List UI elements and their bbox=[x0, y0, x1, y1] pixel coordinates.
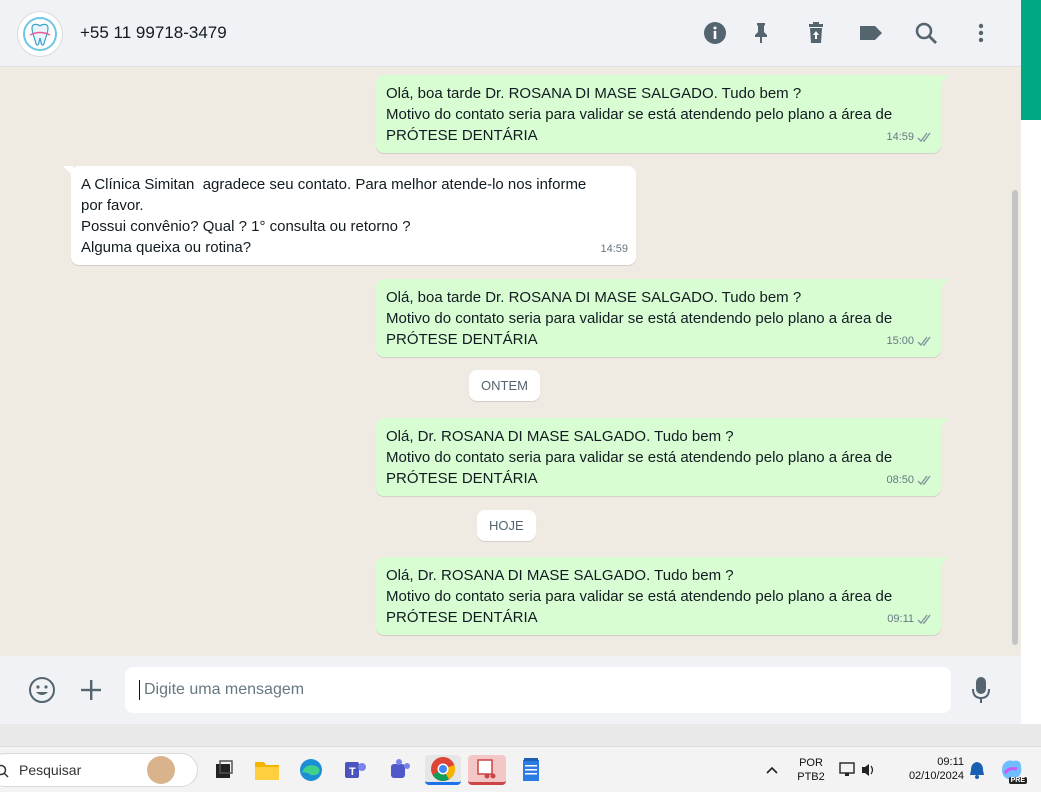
text-caret bbox=[139, 680, 140, 700]
attach-plus-icon[interactable] bbox=[76, 675, 106, 705]
window-edge bbox=[1021, 120, 1041, 724]
message-bubble-outgoing[interactable]: Olá, boa tarde Dr. ROSANA DI MASE SALGAD… bbox=[376, 75, 949, 153]
message-time: 15:00 bbox=[886, 335, 914, 347]
windows-taskbar: Pesquisar T POR PTB2 09:11 02/10/2024 PR… bbox=[0, 746, 1041, 792]
message-time: 14:59 bbox=[886, 131, 914, 143]
contact-avatar[interactable] bbox=[17, 11, 63, 57]
network-volume-icon[interactable] bbox=[836, 755, 880, 785]
double-check-icon bbox=[917, 336, 931, 347]
message-text: Olá, Dr. ROSANA DI MASE SALGADO. Tudo be… bbox=[386, 428, 734, 445]
message-input[interactable]: Digite uma mensagem bbox=[125, 667, 951, 713]
window-accent-strip bbox=[1021, 0, 1041, 120]
input-language-indicator[interactable]: POR PTB2 bbox=[790, 756, 832, 784]
file-explorer-icon[interactable] bbox=[252, 755, 282, 785]
chevron-up-icon[interactable] bbox=[757, 755, 787, 785]
taskbar-search-label: Pesquisar bbox=[19, 762, 82, 778]
message-text: Olá, Dr. ROSANA DI MASE SALGADO. Tudo be… bbox=[386, 567, 734, 584]
contact-name[interactable]: +55 11 99718-3479 bbox=[80, 23, 227, 43]
message-text: Motivo do contato seria para validar se … bbox=[386, 310, 893, 327]
message-time: 14:59 bbox=[600, 243, 628, 255]
system-clock[interactable]: 09:11 02/10/2024 bbox=[892, 755, 964, 783]
message-meta: 14:59 bbox=[886, 127, 933, 148]
message-bubble-outgoing[interactable]: Olá, Dr. ROSANA DI MASE SALGADO. Tudo be… bbox=[376, 557, 949, 635]
language-code: POR bbox=[799, 757, 823, 769]
clock-date: 02/10/2024 bbox=[908, 770, 964, 782]
message-input-placeholder: Digite uma mensagem bbox=[144, 681, 305, 698]
message-time: 08:50 bbox=[886, 474, 914, 486]
message-text: Possui convênio? Qual ? 1° consulta ou r… bbox=[81, 218, 411, 235]
message-text: Alguma queixa ou rotina? bbox=[81, 239, 252, 256]
message-text: Motivo do contato seria para validar se … bbox=[386, 449, 893, 466]
edge-browser-icon[interactable] bbox=[296, 755, 326, 785]
clock-time: 09:11 bbox=[937, 756, 964, 768]
message-meta: 15:00 bbox=[886, 331, 933, 352]
message-text: PRÓTESE DENTÁRIA bbox=[386, 470, 538, 487]
keyboard-layout: PTB2 bbox=[797, 771, 825, 783]
message-bubble-outgoing[interactable]: Olá, Dr. ROSANA DI MASE SALGADO. Tudo be… bbox=[376, 418, 949, 496]
label-icon[interactable] bbox=[856, 18, 886, 48]
date-separator-yesterday: ONTEM bbox=[469, 370, 540, 401]
double-check-icon bbox=[917, 614, 931, 625]
notepad-icon[interactable] bbox=[516, 755, 546, 785]
whatsapp-window: +55 11 99718-3479 Olá, boa tarde Dr. ROS… bbox=[0, 0, 1021, 724]
tooth-logo-icon bbox=[23, 17, 57, 51]
trash-icon[interactable] bbox=[801, 18, 831, 48]
info-icon[interactable] bbox=[700, 18, 730, 48]
message-text: Olá, boa tarde Dr. ROSANA DI MASE SALGAD… bbox=[386, 85, 802, 102]
snipping-tool-icon[interactable] bbox=[468, 755, 506, 785]
message-text: A Clínica Simitan agradece seu contato. … bbox=[81, 176, 587, 193]
date-separator-today: HOJE bbox=[477, 510, 536, 541]
message-text: PRÓTESE DENTÁRIA bbox=[386, 609, 538, 626]
svg-text:T: T bbox=[349, 766, 356, 778]
double-check-icon bbox=[917, 475, 931, 486]
teams-icon[interactable] bbox=[384, 755, 414, 785]
taskbar-search-box[interactable]: Pesquisar bbox=[0, 753, 198, 787]
copilot-preview-badge: PRE bbox=[1008, 777, 1027, 784]
emoji-icon[interactable] bbox=[27, 675, 57, 705]
message-bubble-outgoing[interactable]: Olá, boa tarde Dr. ROSANA DI MASE SALGAD… bbox=[376, 279, 949, 357]
chat-scrollbar[interactable] bbox=[1012, 190, 1018, 645]
chat-header: +55 11 99718-3479 bbox=[0, 0, 1021, 67]
message-text: Olá, boa tarde Dr. ROSANA DI MASE SALGAD… bbox=[386, 289, 802, 306]
composer-bar: Digite uma mensagem bbox=[0, 656, 1021, 724]
copilot-icon[interactable]: PRE bbox=[997, 755, 1027, 785]
message-bubble-incoming[interactable]: A Clínica Simitan agradece seu contato. … bbox=[63, 166, 636, 265]
teams-work-icon[interactable]: T bbox=[340, 755, 370, 785]
message-text: por favor. bbox=[81, 197, 144, 214]
task-view-icon[interactable] bbox=[209, 755, 239, 785]
message-text: PRÓTESE DENTÁRIA bbox=[386, 331, 538, 348]
double-check-icon bbox=[917, 132, 931, 143]
message-text: Motivo do contato seria para validar se … bbox=[386, 106, 893, 123]
search-icon[interactable] bbox=[911, 18, 941, 48]
search-highlight-avatar-icon bbox=[147, 756, 175, 784]
message-meta: 08:50 bbox=[886, 470, 933, 491]
message-meta: 14:59 bbox=[600, 239, 628, 260]
message-text: PRÓTESE DENTÁRIA bbox=[386, 127, 538, 144]
search-icon bbox=[0, 764, 9, 778]
chrome-browser-icon[interactable] bbox=[425, 755, 461, 785]
message-time: 09:11 bbox=[887, 613, 914, 625]
menu-dots-icon[interactable] bbox=[966, 18, 996, 48]
notification-bell-icon[interactable] bbox=[962, 755, 992, 785]
message-meta: 09:11 bbox=[887, 609, 933, 630]
message-text: Motivo do contato seria para validar se … bbox=[386, 588, 893, 605]
pin-icon[interactable] bbox=[746, 18, 776, 48]
message-list[interactable]: Olá, boa tarde Dr. ROSANA DI MASE SALGAD… bbox=[0, 67, 1021, 656]
microphone-icon[interactable] bbox=[966, 675, 996, 705]
